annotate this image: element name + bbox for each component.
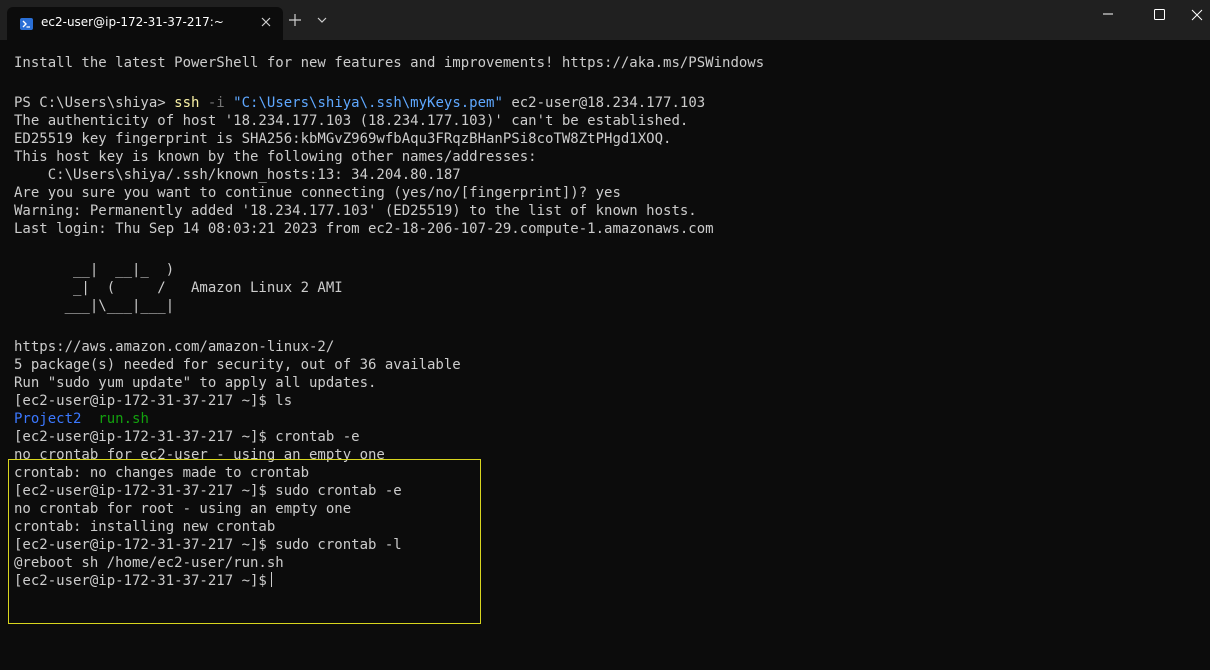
close-icon[interactable] (1184, 0, 1210, 40)
fingerprint-line: ED25519 key fingerprint is SHA256:kbMGvZ… (14, 131, 672, 147)
known-hosts-line: C:\Users\shiya/.ssh/known_hosts:13: 34.2… (14, 167, 461, 183)
continue-line: Are you sure you want to continue connec… (14, 185, 621, 201)
ssh-target: ec2-user@18.234.177.103 (502, 95, 706, 111)
tab-title: ec2-user@ip-172-31-37-217:~ (41, 15, 224, 29)
close-tab-icon[interactable] (257, 13, 275, 31)
prompt-ls: [ec2-user@ip-172-31-37-217 ~]$ ls (14, 393, 293, 409)
update-line: Run "sudo yum update" to apply all updat… (14, 375, 377, 391)
terminal-tab[interactable]: ec2-user@ip-172-31-37-217:~ (7, 7, 283, 40)
packages-line: 5 package(s) needed for security, out of… (14, 357, 461, 373)
ssh-command-line: PS C:\Users\shiya> ssh -i "C:\Users\shiy… (14, 94, 705, 112)
last-login-line: Last login: Thu Sep 14 08:03:21 2023 fro… (14, 221, 714, 237)
ps-prompt: PS C:\Users\shiya> (14, 95, 175, 111)
title-bar: ec2-user@ip-172-31-37-217:~ (0, 0, 1210, 40)
ls-separator (81, 411, 98, 427)
known-names-line: This host key is known by the following … (14, 149, 537, 165)
ls-output: Project2 run.sh (14, 410, 149, 428)
terminal-output[interactable]: Install the latest PowerShell for new fe… (0, 40, 1210, 670)
auth-line: The authenticity of host '18.234.177.103… (14, 113, 689, 129)
maximize-icon[interactable] (1136, 0, 1182, 40)
ssh-flag: -i (199, 95, 234, 111)
warning-line: Warning: Permanently added '18.234.177.1… (14, 203, 697, 219)
ascii-banner-2: _| ( / Amazon Linux 2 AMI (14, 280, 343, 296)
install-message: Install the latest PowerShell for new fe… (14, 55, 765, 71)
amazon-linux-url: https://aws.amazon.com/amazon-linux-2/ (14, 339, 335, 355)
minimize-icon[interactable] (1085, 0, 1131, 40)
prompt-crontab-e: [ec2-user@ip-172-31-37-217 ~]$ crontab -… (14, 429, 360, 445)
ssh-key-path: "C:\Users\shiya\.ssh\myKeys.pem" (233, 95, 503, 111)
plus-icon[interactable] (286, 11, 304, 29)
ssh-command: ssh (174, 95, 200, 111)
chevron-down-icon[interactable] (314, 12, 330, 28)
ascii-banner-3: ___|\___|___| (14, 298, 175, 314)
powershell-icon (20, 18, 33, 30)
ascii-banner-1: __| __|_ ) (14, 262, 175, 278)
ls-executable: run.sh (98, 411, 149, 427)
highlight-box (8, 459, 481, 624)
ls-directory: Project2 (14, 411, 82, 427)
